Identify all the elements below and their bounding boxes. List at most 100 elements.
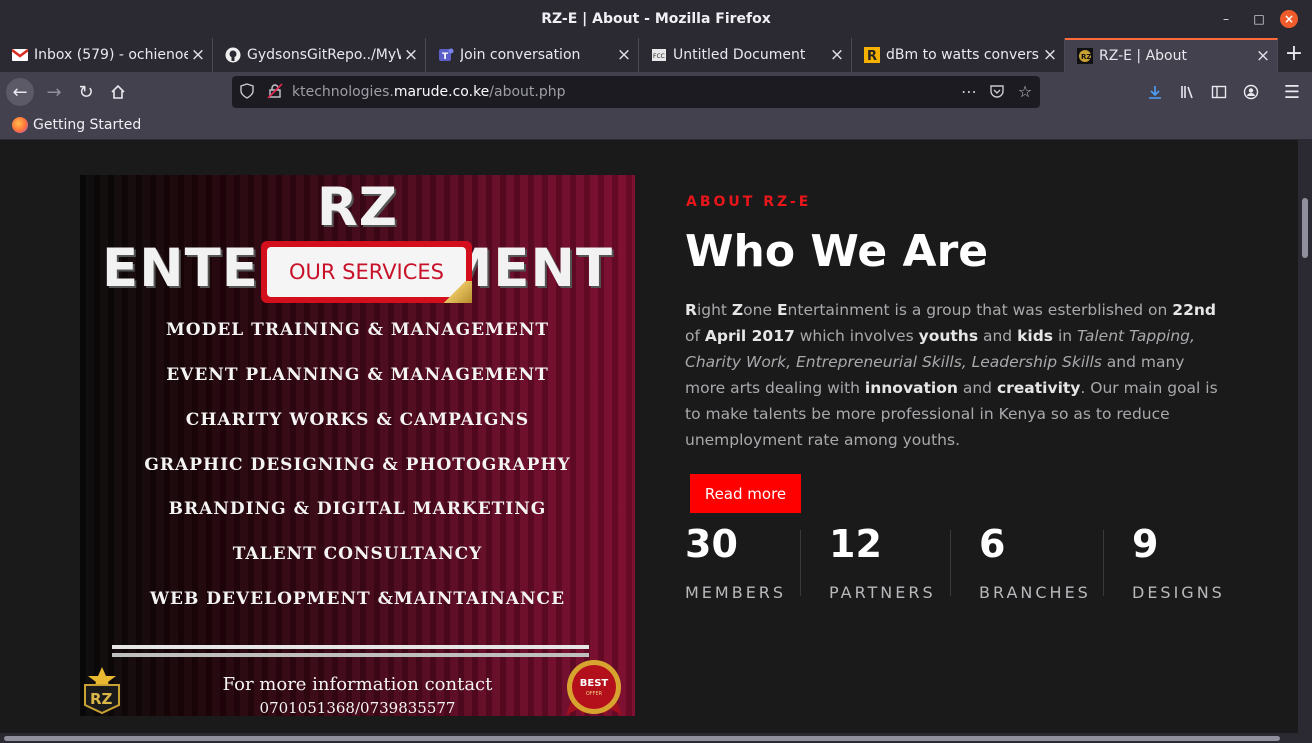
bookmark-getting-started[interactable]: Getting Started <box>12 117 141 133</box>
svg-text:RZ: RZ <box>1081 53 1091 61</box>
stat-label: DESIGNS <box>1132 583 1225 602</box>
our-services-badge: OUR SERVICES <box>261 241 472 303</box>
window-title: RZ-E | About - Mozilla Firefox <box>541 11 771 27</box>
gmail-icon <box>12 47 28 63</box>
url-path: /about.php <box>489 84 566 100</box>
tab-untitled-document[interactable]: FCC Untitled Document × <box>639 38 852 72</box>
scrollbar-thumb[interactable] <box>4 736 1280 741</box>
service-item: EVENT PLANNING & MANAGEMENT <box>166 365 549 385</box>
read-more-button[interactable]: Read more <box>690 474 801 513</box>
account-icon[interactable] <box>1237 78 1265 106</box>
page-content: RZ ENTERTAINMENT OUR SERVICES MODEL TRAI… <box>0 140 1298 733</box>
menu-hamburger-icon[interactable]: ☰ <box>1278 78 1306 106</box>
best-offer-badge: BEST OFFER <box>564 659 624 716</box>
forward-arrow-icon[interactable]: → <box>40 78 68 106</box>
vertical-scrollbar[interactable] <box>1298 140 1312 733</box>
tab-github[interactable]: GydsonsGitRepo../MyW × <box>213 38 426 72</box>
svg-text:FCC: FCC <box>653 53 665 60</box>
window-titlebar: RZ-E | About - Mozilla Firefox – □ × <box>0 0 1312 38</box>
rz-logo-text: RZ <box>90 690 113 708</box>
pocket-icon[interactable] <box>988 83 1006 101</box>
svg-text:T: T <box>442 52 449 62</box>
tab-join-conversation[interactable]: T Join conversation × <box>426 38 639 72</box>
stat-divider <box>800 530 801 596</box>
firefox-icon <box>12 117 28 133</box>
close-tab-icon[interactable]: × <box>188 45 208 65</box>
badge-curl <box>442 281 472 303</box>
service-item: MODEL TRAINING & MANAGEMENT <box>165 320 550 340</box>
horizontal-scrollbar[interactable] <box>0 733 1312 743</box>
bookmarks-toolbar: Getting Started <box>0 112 1312 140</box>
tab-label: RZ-E | About <box>1099 48 1187 64</box>
downloads-icon[interactable] <box>1141 78 1169 106</box>
tab-label: Inbox (579) - ochienoel <box>34 47 188 63</box>
bookmark-label: Getting Started <box>33 117 142 133</box>
tab-dbm-to-watts[interactable]: R dBm to watts conversio × <box>852 38 1065 72</box>
tab-bar: Inbox (579) - ochienoel × GydsonsGitRepo… <box>0 38 1312 72</box>
service-item: WEB DEVELOPMENT &MAINTAINANCE <box>149 589 566 609</box>
stat-partners: 12 PARTNERS <box>829 522 936 602</box>
github-icon <box>225 47 241 63</box>
maximize-icon[interactable]: □ <box>1251 11 1267 27</box>
sidebar-icon[interactable] <box>1205 78 1233 106</box>
minimize-icon[interactable]: – <box>1218 11 1234 27</box>
scrollbar-thumb[interactable] <box>1302 198 1308 258</box>
back-arrow-icon[interactable]: ← <box>6 78 34 106</box>
new-tab-icon[interactable]: + <box>1282 43 1306 67</box>
service-item: CHARITY WORKS & CAMPAIGNS <box>185 410 530 430</box>
best-badge-word: BEST <box>580 678 609 689</box>
close-tab-icon[interactable]: × <box>614 45 634 65</box>
shield-icon[interactable] <box>238 83 256 101</box>
url-subdomain: ktechnologies. <box>292 84 394 100</box>
stat-branches: 6 BRANCHES <box>979 522 1091 602</box>
tab-inbox[interactable]: Inbox (579) - ochienoel × <box>0 38 213 72</box>
tab-label: dBm to watts conversio <box>886 47 1040 63</box>
page-actions-icon[interactable]: ⋯ <box>960 83 978 101</box>
stat-designs: 9 DESIGNS <box>1132 522 1225 602</box>
url-domain: marude.co.ke <box>393 84 490 100</box>
contact-phones: 0701051368/0739835577 <box>259 699 456 716</box>
services-poster-image: RZ ENTERTAINMENT OUR SERVICES MODEL TRAI… <box>80 175 635 716</box>
stat-label: MEMBERS <box>685 583 787 602</box>
tab-label: Untitled Document <box>673 47 806 63</box>
tab-label: Join conversation <box>460 47 581 63</box>
about-paragraph: Right Zone Entertainment is a group that… <box>685 301 1218 449</box>
section-eyebrow: ABOUT RZ-E <box>686 194 812 210</box>
stat-label: PARTNERS <box>829 583 936 602</box>
close-tab-icon[interactable]: × <box>1040 45 1060 65</box>
tab-label: GydsonsGitRepo../MyW <box>247 47 401 63</box>
url-text[interactable]: ktechnologies.marude.co.ke/about.php <box>292 84 566 100</box>
contact-line: For more information contact <box>222 674 493 695</box>
home-icon[interactable] <box>104 78 132 106</box>
document-icon: FCC <box>651 47 667 63</box>
stat-value: 9 <box>1132 522 1159 566</box>
library-icon[interactable] <box>1174 78 1202 106</box>
stat-members: 30 MEMBERS <box>685 522 786 602</box>
rz-logo: RZ <box>82 667 122 715</box>
close-tab-icon[interactable]: × <box>401 45 421 65</box>
close-window-icon[interactable]: × <box>1280 10 1298 28</box>
close-tab-icon[interactable]: × <box>1253 46 1273 66</box>
stat-divider <box>950 530 951 596</box>
close-tab-icon[interactable]: × <box>827 45 847 65</box>
svg-text:R: R <box>867 49 877 63</box>
teams-icon: T <box>438 47 454 63</box>
best-badge-offer: OFFER <box>586 691 603 697</box>
bookmark-star-icon[interactable]: ☆ <box>1016 83 1034 101</box>
service-item: GRAPHIC DESIGNING & PHOTOGRAPHY <box>144 455 571 475</box>
stat-label: BRANCHES <box>979 583 1091 602</box>
service-item: BRANDING & DIGITAL MARKETING <box>168 499 547 519</box>
stat-divider <box>1103 530 1104 596</box>
stat-value: 6 <box>979 522 1006 566</box>
service-item: TALENT CONSULTANCY <box>232 544 483 564</box>
insecure-lock-icon[interactable] <box>266 83 284 101</box>
reload-icon[interactable]: ↻ <box>72 78 100 106</box>
our-services-label: OUR SERVICES <box>267 247 466 297</box>
stat-value: 30 <box>685 522 738 566</box>
navigation-toolbar: ← → ↻ ktechnologies.marude.co.ke/about.p… <box>0 72 1312 112</box>
tab-rze-about[interactable]: RZ RZ-E | About × <box>1065 38 1278 72</box>
url-bar[interactable]: ktechnologies.marude.co.ke/about.php ⋯ ☆ <box>232 76 1040 108</box>
page-title: Who We Are <box>685 226 989 277</box>
rze-icon: RZ <box>1077 48 1093 64</box>
rapidtables-icon: R <box>864 47 880 63</box>
